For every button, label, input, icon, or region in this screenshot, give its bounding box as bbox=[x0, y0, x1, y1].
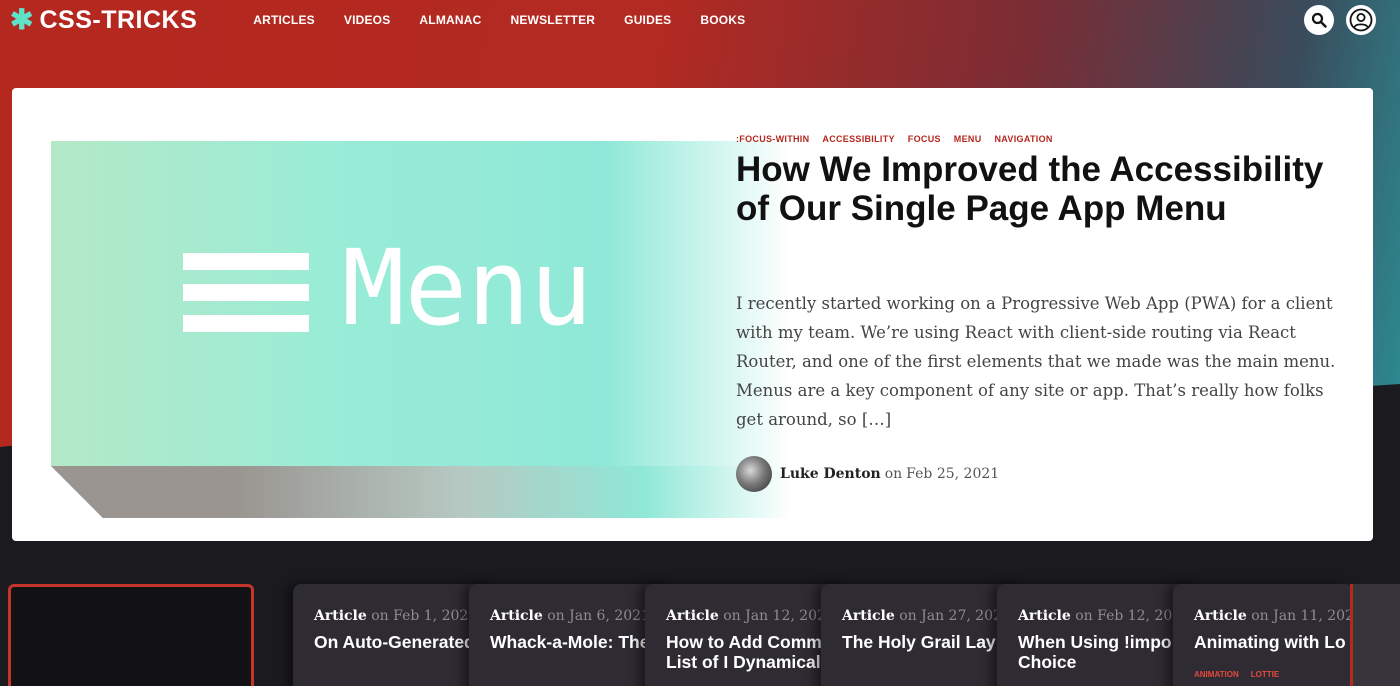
tag-link[interactable]: FOCUS bbox=[908, 134, 941, 144]
article-tags: :FOCUS-WITHIN ACCESSIBILITY FOCUS MENU N… bbox=[736, 134, 1053, 144]
card-title[interactable]: Animating with Lo bbox=[1194, 632, 1353, 652]
nav-guides[interactable]: GUIDES bbox=[624, 13, 671, 27]
card-date: on Feb 1, 2021 bbox=[371, 608, 478, 624]
nav-articles[interactable]: ARTICLES bbox=[253, 13, 315, 27]
publish-date: Feb 25, 2021 bbox=[906, 466, 1000, 482]
logo-text: CSS-TRICKS bbox=[39, 5, 198, 34]
next-card-edge[interactable] bbox=[1350, 584, 1400, 686]
card-type: Article bbox=[1194, 608, 1247, 624]
card-type: Article bbox=[1018, 608, 1071, 624]
card-meta: Article on Jan 11, 2021 bbox=[1194, 608, 1353, 624]
card-meta: Article on Jan 12, 2021 bbox=[666, 608, 835, 624]
search-button[interactable] bbox=[1304, 5, 1334, 35]
search-icon bbox=[1311, 12, 1327, 28]
featured-image-word: Menu bbox=[342, 227, 593, 349]
promo-box[interactable] bbox=[8, 584, 254, 686]
card-meta: Article on Jan 27, 2021 bbox=[842, 608, 1011, 624]
card-meta: Article on Feb 12, 2021 bbox=[1018, 608, 1190, 624]
article-card[interactable]: Article on Jan 12, 2021 How to Add Comm … bbox=[645, 584, 850, 686]
featured-article-title[interactable]: How We Improved the Accessibility of Our… bbox=[736, 150, 1336, 228]
featured-article-card: Menu :FOCUS-WITHIN ACCESSIBILITY FOCUS M… bbox=[12, 88, 1373, 541]
card-date: on Jan 6, 2021 bbox=[547, 608, 650, 624]
author-byline: Luke Denton on Feb 25, 2021 bbox=[736, 456, 999, 492]
card-date: on Jan 12, 2021 bbox=[723, 608, 835, 624]
tag-link[interactable]: :FOCUS-WITHIN bbox=[736, 134, 809, 144]
card-tag[interactable]: LOTTIE bbox=[1251, 670, 1279, 679]
featured-article-excerpt: I recently started working on a Progress… bbox=[736, 294, 1336, 429]
tag-link[interactable]: ACCESSIBILITY bbox=[822, 134, 894, 144]
card-meta: Article on Feb 1, 2021 bbox=[314, 608, 477, 624]
article-card[interactable]: Article on Jan 6, 2021 Whack-a-Mole: The… bbox=[469, 584, 674, 686]
nav-books[interactable]: BOOKS bbox=[700, 13, 745, 27]
card-type: Article bbox=[314, 608, 367, 624]
header-actions bbox=[1304, 5, 1376, 35]
site-logo[interactable]: ✱ CSS-TRICKS bbox=[10, 6, 197, 35]
card-tag[interactable]: ANIMATION bbox=[1194, 670, 1239, 679]
author-name[interactable]: Luke Denton bbox=[780, 466, 881, 482]
article-card[interactable]: Article on Jan 27, 2021 The Holy Grail L… bbox=[821, 584, 1026, 686]
featured-image-shadow bbox=[51, 466, 791, 518]
article-card[interactable]: Article on Feb 12, 2021 When Using !impo… bbox=[997, 584, 1202, 686]
user-icon bbox=[1349, 8, 1373, 32]
card-type: Article bbox=[842, 608, 895, 624]
logo-star-icon: ✱ bbox=[10, 4, 34, 35]
card-type: Article bbox=[490, 608, 543, 624]
card-date: on Jan 27, 2021 bbox=[899, 608, 1011, 624]
card-meta: Article on Jan 6, 2021 bbox=[490, 608, 650, 624]
tag-link[interactable]: MENU bbox=[954, 134, 982, 144]
tag-link[interactable]: NAVIGATION bbox=[995, 134, 1053, 144]
account-button[interactable] bbox=[1346, 5, 1376, 35]
avatar[interactable] bbox=[736, 456, 772, 492]
card-date: on Jan 11, 2021 bbox=[1251, 608, 1353, 624]
site-header: ✱ CSS-TRICKS ARTICLES VIDEOS ALMANAC NEW… bbox=[0, 0, 1400, 40]
hamburger-menu-icon bbox=[183, 253, 309, 346]
card-type: Article bbox=[666, 608, 719, 624]
nav-newsletter[interactable]: NEWSLETTER bbox=[510, 13, 595, 27]
article-card[interactable]: Article on Jan 11, 2021 Animating with L… bbox=[1173, 584, 1353, 686]
nav-almanac[interactable]: ALMANAC bbox=[419, 13, 481, 27]
article-card[interactable]: Article on Feb 1, 2021 On Auto-Generated… bbox=[293, 584, 498, 686]
card-tags: ANIMATION LOTTIE bbox=[1194, 670, 1279, 679]
main-nav: ARTICLES VIDEOS ALMANAC NEWSLETTER GUIDE… bbox=[253, 13, 774, 27]
nav-videos[interactable]: VIDEOS bbox=[344, 13, 391, 27]
publish-date-prefix: on bbox=[884, 466, 903, 482]
